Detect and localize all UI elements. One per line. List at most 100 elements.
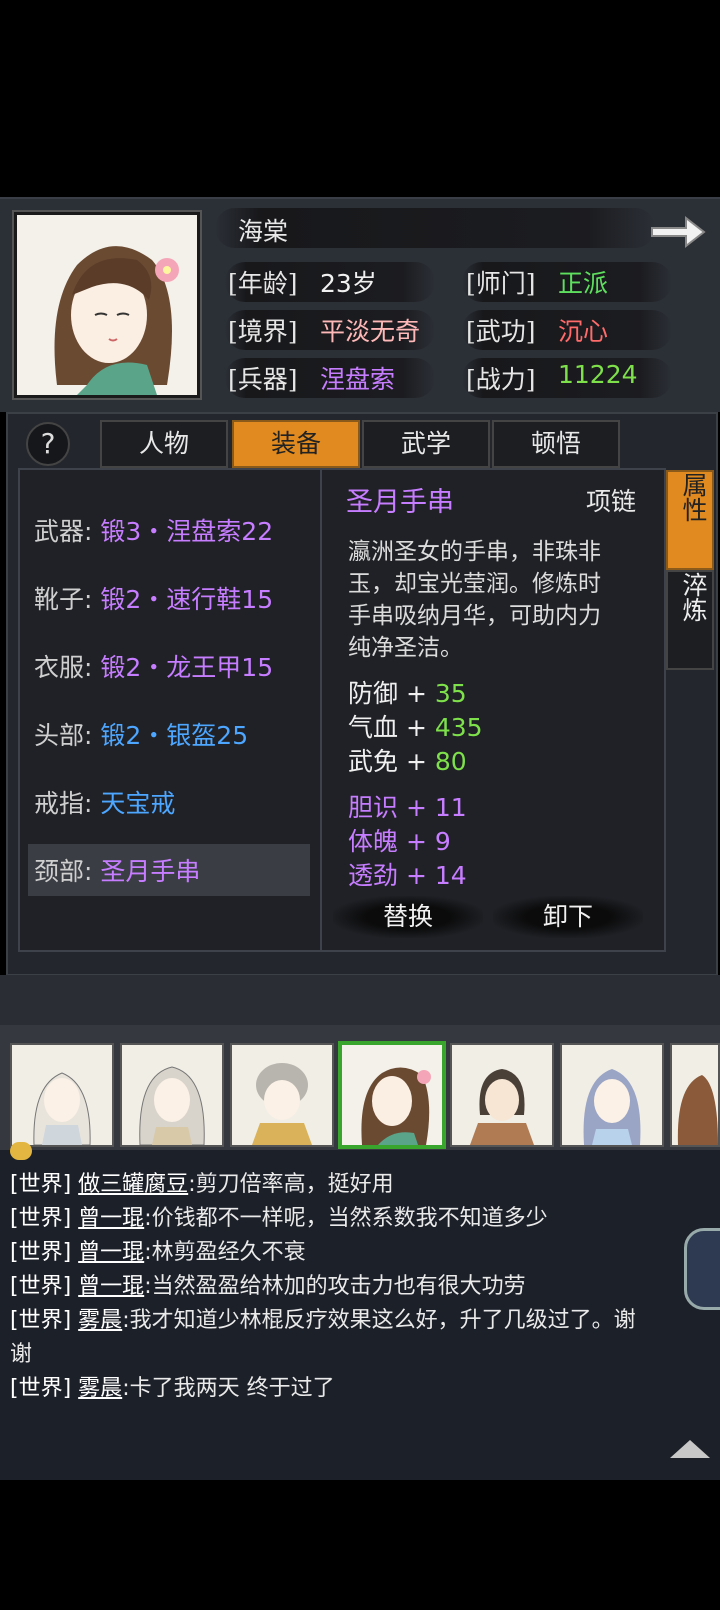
- unequip-button[interactable]: 卸下: [493, 896, 643, 938]
- chat-message: :卡了我两天 终于过了: [122, 1376, 335, 1401]
- slot-item: 锻2・龙王甲15: [100, 653, 274, 682]
- chat-user[interactable]: 雾晨: [78, 1376, 122, 1401]
- arrow-right-icon: [651, 215, 706, 249]
- roster-portrait[interactable]: [670, 1043, 720, 1147]
- slot-label: 戒指:: [34, 789, 93, 818]
- tab-martial-arts[interactable]: 武学: [362, 420, 490, 468]
- roster-portrait[interactable]: [450, 1043, 554, 1147]
- item-desc-line: 纯净圣洁。: [348, 635, 463, 661]
- slot-item: 天宝戒: [100, 789, 176, 818]
- chat-message: :剪刀倍率高，挺好用: [188, 1172, 394, 1197]
- roster-portrait[interactable]: [120, 1043, 224, 1147]
- realm-value: 平淡无奇: [320, 317, 421, 346]
- stat-op: +: [405, 861, 427, 890]
- chat-message: :当然盈盈给林加的攻击力也有很大功劳: [144, 1274, 526, 1299]
- item-type: 项链: [586, 487, 637, 516]
- chat-line-continuation: 谢: [10, 1342, 33, 1367]
- stat-value: 14: [434, 861, 467, 890]
- tab-equipment[interactable]: 装备: [232, 420, 360, 468]
- chat-user[interactable]: 曾一琨: [78, 1240, 144, 1265]
- portrait-illustration: [12, 1045, 112, 1146]
- stat-row: 胆识 + 11: [348, 788, 467, 824]
- sect-value: 正派: [558, 269, 609, 298]
- tab-character[interactable]: 人物: [100, 420, 228, 468]
- slot-item: 圣月手串: [100, 857, 201, 886]
- stat-row: 防御 + 35: [348, 674, 467, 710]
- chat-line: [世界] 雾晨:我才知道少林棍反疗效果这么好，升了几级过了。谢: [10, 1302, 636, 1334]
- stat-op: +: [405, 713, 427, 742]
- item-desc-line: 瀛洲圣女的手串，非珠非: [348, 539, 601, 565]
- character-name: 海棠: [238, 217, 289, 246]
- tab-refine[interactable]: 淬炼: [666, 570, 714, 670]
- chat-user[interactable]: 曾一琨: [78, 1274, 144, 1299]
- slot-item: 锻3・涅盘索22: [100, 517, 274, 546]
- roster-portrait[interactable]: [10, 1043, 114, 1147]
- age-value: 23岁: [320, 269, 377, 298]
- stat-value: 35: [434, 679, 467, 708]
- next-character-button[interactable]: [648, 212, 708, 252]
- tab-refine-label: 淬炼: [679, 572, 708, 622]
- tab-insight[interactable]: 顿悟: [492, 420, 620, 468]
- equip-slot-ring[interactable]: 戒指: 天宝戒: [34, 784, 175, 820]
- stat-row: 体魄 + 9: [348, 822, 451, 858]
- portrait-illustration: [342, 1045, 442, 1145]
- slot-label: 靴子:: [34, 585, 93, 614]
- slot-item: 锻2・银盔25: [100, 721, 249, 750]
- slot-label: 头部:: [34, 721, 93, 750]
- chat-user[interactable]: 曾一琨: [78, 1206, 144, 1231]
- portrait-illustration: [232, 1045, 332, 1145]
- roster-portrait[interactable]: [560, 1043, 664, 1147]
- roster-portrait-selected[interactable]: [338, 1041, 446, 1149]
- chat-side-button[interactable]: [684, 1228, 720, 1310]
- tab-attributes-label: 属性: [679, 472, 708, 522]
- stat-name: 武免: [348, 747, 399, 776]
- equip-slot-boots[interactable]: 靴子: 锻2・速行鞋15: [34, 580, 273, 616]
- stat-name: 胆识: [348, 793, 399, 822]
- equip-slot-weapon[interactable]: 武器: 锻3・涅盘索22: [34, 512, 273, 548]
- stat-value: 435: [434, 713, 483, 742]
- separator-band: [0, 975, 720, 1025]
- chat-channel: [世界]: [10, 1376, 72, 1401]
- chat-channel: [世界]: [10, 1240, 72, 1265]
- stat-value: 80: [434, 747, 467, 776]
- martial-value: 沉心: [558, 317, 609, 346]
- stat-op: +: [405, 827, 427, 856]
- martial-label: [武功]: [466, 317, 536, 346]
- help-button[interactable]: ?: [26, 422, 70, 466]
- character-portrait: [14, 212, 200, 398]
- stat-name: 体魄: [348, 827, 399, 856]
- stat-name: 气血: [348, 713, 399, 742]
- portrait-illustration: [672, 1045, 718, 1145]
- stat-row: 气血 + 435: [348, 708, 483, 744]
- item-desc-line: 手串吸纳月华，可助内力: [348, 603, 601, 629]
- chat-line: [世界] 曾一琨:当然盈盈给林加的攻击力也有很大功劳: [10, 1268, 526, 1300]
- slot-item: 锻2・速行鞋15: [100, 585, 274, 614]
- equip-slot-armor[interactable]: 衣服: 锻2・龙王甲15: [34, 648, 273, 684]
- portrait-illustration: [562, 1045, 662, 1145]
- roster-portrait[interactable]: [230, 1043, 334, 1147]
- stat-op: +: [405, 793, 427, 822]
- stat-name: 透劲: [348, 861, 399, 890]
- chat-user[interactable]: 雾晨: [78, 1308, 122, 1333]
- stat-name: 防御: [348, 679, 399, 708]
- chat-expand-arrow-icon[interactable]: [670, 1440, 710, 1458]
- tab-attributes[interactable]: 属性: [666, 470, 714, 570]
- chat-line: [世界] 曾一琨:林剪盈经久不衰: [10, 1234, 306, 1266]
- stat-value: 9: [434, 827, 451, 856]
- equip-slot-head[interactable]: 头部: 锻2・银盔25: [34, 716, 248, 752]
- equip-slot-neck[interactable]: 颈部: 圣月手串: [34, 852, 200, 888]
- portrait-illustration: [122, 1045, 222, 1146]
- stat-row: 透劲 + 14: [348, 856, 467, 892]
- replace-button[interactable]: 替换: [333, 896, 483, 938]
- chat-line: [世界] 雾晨:卡了我两天 终于过了: [10, 1370, 335, 1402]
- chat-line: [世界] 曾一琨:价钱都不一样呢，当然系数我不知道多少: [10, 1200, 548, 1232]
- slot-label: 衣服:: [34, 653, 93, 682]
- chat-channel: [世界]: [10, 1206, 72, 1231]
- power-value: 11224: [558, 360, 638, 389]
- chat-message: :林剪盈经久不衰: [144, 1240, 306, 1265]
- stat-value: 11: [434, 793, 467, 822]
- chat-channel: [世界]: [10, 1274, 72, 1299]
- chat-emoji-icon: [10, 1142, 32, 1160]
- chat-user[interactable]: 做三罐腐豆: [78, 1172, 188, 1197]
- item-desc-line: 玉，却宝光莹润。修炼时: [348, 571, 601, 597]
